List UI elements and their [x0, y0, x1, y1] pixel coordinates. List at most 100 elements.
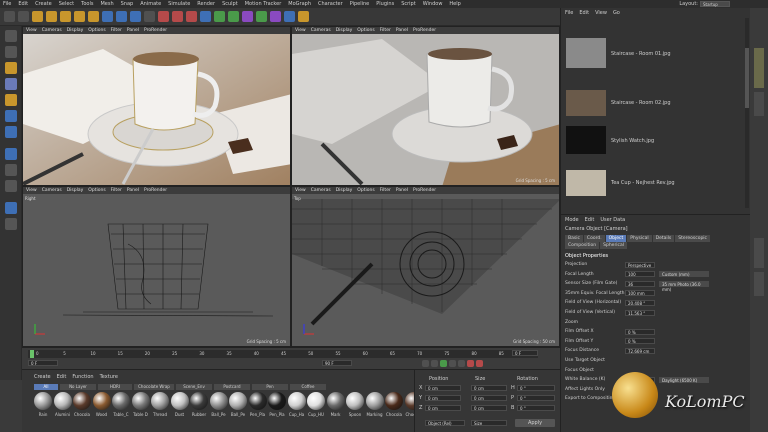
vp-menu-display[interactable]: Display	[67, 28, 84, 33]
property-value-field[interactable]: Perspective	[625, 261, 655, 268]
solo-icon[interactable]	[5, 202, 17, 214]
menu-help[interactable]: Help	[449, 1, 460, 7]
render-picture-viewer-icon[interactable]	[172, 11, 183, 22]
rotation-field[interactable]: 0 °	[517, 385, 555, 391]
menu-tools[interactable]: Tools	[81, 1, 93, 7]
tab-basic[interactable]: Basic	[565, 235, 583, 242]
vp-menu-view[interactable]: View	[295, 28, 306, 33]
next-key-icon[interactable]	[449, 360, 456, 367]
material-swatch[interactable]	[53, 392, 72, 410]
y-axis-icon[interactable]	[116, 11, 127, 22]
vp-menu-options[interactable]: Options	[88, 28, 105, 33]
cube-icon[interactable]	[200, 11, 211, 22]
vp-menu-prorender[interactable]: ProRender	[144, 28, 167, 33]
material-swatch[interactable]	[287, 392, 306, 410]
menu-motion-tracker[interactable]: Motion Tracker	[245, 1, 282, 7]
browser-menu-file[interactable]: File	[565, 10, 573, 16]
vp-menu-prorender[interactable]: ProRender	[413, 28, 436, 33]
undo-icon[interactable]	[4, 11, 15, 22]
thumbnail-staircase-1[interactable]	[566, 38, 606, 68]
rotate-icon[interactable]	[74, 11, 85, 22]
vp-menu-options[interactable]: Options	[357, 28, 374, 33]
move-icon[interactable]	[46, 11, 57, 22]
z-axis-icon[interactable]	[130, 11, 141, 22]
mat-tab-hdri[interactable]: HDRI	[98, 384, 132, 390]
vp-menu-filter[interactable]: Filter	[380, 188, 391, 193]
autokey-icon[interactable]	[476, 360, 483, 367]
layout-select[interactable]: Startup	[700, 1, 730, 7]
end-frame-field[interactable]: 90 F	[322, 360, 352, 366]
tab-stereoscopic[interactable]: Stereoscopic	[675, 235, 711, 242]
model-mode-icon[interactable]	[5, 46, 17, 58]
recent-tool-icon[interactable]	[88, 11, 99, 22]
property-value-field[interactable]: 100 mm	[625, 290, 655, 297]
edges-mode-icon[interactable]	[5, 110, 17, 122]
subdivision-icon[interactable]	[214, 11, 225, 22]
material-swatch[interactable]	[112, 392, 130, 410]
vp-menu-prorender[interactable]: ProRender	[413, 188, 436, 193]
position-field[interactable]: 0 cm	[425, 385, 461, 391]
vp-menu-cameras[interactable]: Cameras	[42, 28, 62, 33]
vp-menu-view[interactable]: View	[26, 188, 37, 193]
light-icon[interactable]	[298, 11, 309, 22]
material-swatch[interactable]	[385, 392, 403, 410]
coordinate-system-icon[interactable]	[144, 11, 155, 22]
material-swatch[interactable]	[73, 392, 91, 410]
thumbnail-staircase-2[interactable]	[566, 90, 606, 116]
attr-menu-user-data[interactable]: User Data	[600, 217, 625, 223]
property-value-field[interactable]: 72.669 cm	[625, 347, 655, 354]
mat-tab-pen[interactable]: Pen	[252, 384, 288, 390]
material-swatch[interactable]	[151, 392, 169, 410]
make-editable-icon[interactable]	[5, 30, 17, 42]
mat-menu-function[interactable]: Function	[72, 374, 93, 380]
record-icon[interactable]	[467, 360, 474, 367]
browser-menu-edit[interactable]: Edit	[579, 10, 589, 16]
material-swatch[interactable]	[170, 392, 189, 410]
menu-snap[interactable]: Snap	[121, 1, 134, 7]
vp-menu-options[interactable]: Options	[357, 188, 374, 193]
mat-menu-edit[interactable]: Edit	[57, 374, 67, 380]
material-swatch[interactable]	[268, 392, 286, 410]
render-view-icon[interactable]	[158, 11, 169, 22]
material-swatch[interactable]	[34, 392, 52, 410]
browser-menu-go[interactable]: Go	[613, 10, 620, 16]
property-value-field[interactable]: 36	[625, 280, 655, 287]
render-settings-icon[interactable]	[186, 11, 197, 22]
size-mode-select[interactable]: Size	[471, 420, 507, 426]
material-swatch[interactable]	[365, 392, 384, 410]
viewport-top[interactable]: View Cameras Display Options Filter Pane…	[291, 186, 560, 347]
material-swatch[interactable]	[326, 392, 345, 410]
vp-menu-view[interactable]: View	[295, 188, 306, 193]
menu-pipeline[interactable]: Pipeline	[350, 1, 370, 7]
viewport-right[interactable]: View Cameras Display Options Filter Pane…	[22, 186, 291, 347]
workplane-icon[interactable]	[5, 78, 17, 90]
property-value-field[interactable]: 20.408 °	[625, 299, 655, 306]
vp-menu-panel[interactable]: Panel	[127, 188, 139, 193]
mat-menu-texture[interactable]: Texture	[100, 374, 118, 380]
rotation-field[interactable]: 0 °	[517, 395, 555, 401]
property-preset-select[interactable]: Daylight (6500 K)	[659, 376, 709, 383]
menu-animate[interactable]: Animate	[140, 1, 161, 7]
menu-edit[interactable]: Edit	[18, 1, 28, 7]
material-swatch[interactable]	[307, 392, 325, 410]
vp-menu-panel[interactable]: Panel	[396, 188, 408, 193]
array-icon[interactable]	[228, 11, 239, 22]
axis-mode-icon[interactable]	[5, 148, 17, 160]
menu-render[interactable]: Render	[197, 1, 215, 7]
thumbnail-stylish-watch[interactable]	[566, 126, 606, 154]
vp-menu-display[interactable]: Display	[336, 28, 353, 33]
menu-file[interactable]: File	[3, 1, 11, 7]
lock-workplane-icon[interactable]	[5, 218, 17, 230]
mat-tab-scene-env[interactable]: Scene_Env	[176, 384, 212, 390]
x-axis-icon[interactable]	[102, 11, 113, 22]
tab-physical[interactable]: Physical	[627, 235, 652, 242]
texture-mode-icon[interactable]	[5, 62, 17, 74]
play-icon[interactable]	[440, 360, 447, 367]
vp-menu-panel[interactable]: Panel	[127, 28, 139, 33]
material-swatch[interactable]	[248, 392, 267, 410]
material-swatch[interactable]	[190, 392, 208, 410]
vp-menu-filter[interactable]: Filter	[380, 28, 391, 33]
property-preset-select[interactable]: Custom (mm)	[659, 271, 709, 278]
vp-menu-options[interactable]: Options	[88, 188, 105, 193]
vp-menu-cameras[interactable]: Cameras	[311, 28, 331, 33]
